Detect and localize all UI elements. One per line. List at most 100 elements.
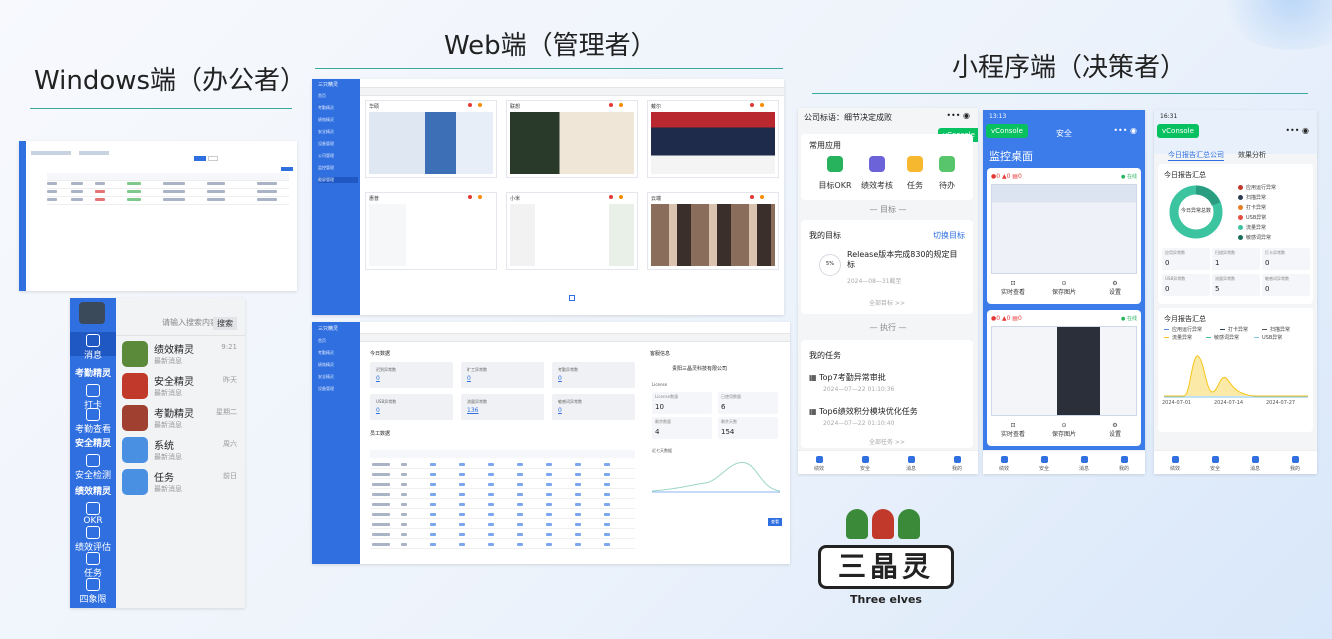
vconsole-button[interactable]: vConsole (1157, 124, 1199, 138)
table-row[interactable] (370, 500, 635, 509)
web-menu-item[interactable]: 首页 (318, 93, 358, 99)
table-row[interactable] (370, 490, 635, 499)
nav-message[interactable]: 消息 (70, 332, 116, 361)
chat-item-performance[interactable]: 绩效精灵 最新消息 9:21 (116, 338, 245, 370)
pagination[interactable] (569, 295, 575, 301)
win-reset-button[interactable] (208, 156, 218, 161)
stat-card[interactable]: USB异常数 0 (370, 394, 453, 420)
win-search-button[interactable] (194, 156, 206, 161)
stat-card[interactable]: 迟到异常数 0 (370, 362, 453, 388)
web-menu-item[interactable]: 安全精灵 (318, 129, 358, 135)
table-row[interactable] (370, 470, 635, 479)
nav-task[interactable]: 任务 (70, 552, 116, 579)
chat-item-attendance[interactable]: 考勤精灵 最新消息 星期二 (116, 402, 245, 434)
chat-item-task[interactable]: 任务 最新消息 前日 (116, 466, 245, 498)
tab-security[interactable]: 安全 (1029, 456, 1059, 472)
camera-card[interactable]: 戴尔 (647, 100, 779, 178)
tab-message[interactable]: 消息 (896, 456, 926, 472)
tab-message[interactable]: 消息 (1240, 456, 1270, 472)
table-row[interactable] (370, 480, 635, 489)
table-row[interactable] (370, 540, 635, 549)
realtime-view-button[interactable]: ⊡ 实时查看 (993, 422, 1033, 438)
settings-button[interactable]: ⚙ 设置 (1095, 280, 1135, 296)
tab-daily-report[interactable]: 今日报告汇总公司 (1168, 150, 1224, 161)
stat-card[interactable]: 敏感词异常数 0 (552, 394, 635, 420)
camera-card[interactable]: 惠普 (365, 192, 497, 270)
performance-icon[interactable] (869, 156, 885, 172)
web-menu-item[interactable]: 监控管理 (318, 165, 358, 171)
table-row[interactable] (47, 189, 289, 197)
goal-card[interactable]: 我的目标 切换目标 5% Release版本完成830的规定目标 2024—08… (801, 220, 973, 314)
web-menu-item[interactable]: 绩效精灵 (318, 117, 358, 123)
nav-security-check[interactable]: 安全检测 (70, 454, 116, 481)
web-menu-item-active[interactable]: 截屏管理 (318, 177, 358, 183)
web-menu-item[interactable]: 设备管理 (318, 386, 358, 392)
win-add-button[interactable] (281, 167, 293, 171)
tab-security[interactable]: 安全 (850, 456, 880, 472)
task-item[interactable]: ▦ Top6绩效积分模块优化任务 (809, 406, 918, 417)
save-image-button[interactable]: ⊙ 保存图片 (1044, 422, 1084, 438)
table-row[interactable] (370, 520, 635, 529)
capsule-menu[interactable]: ••• ◉ (946, 111, 970, 120)
web-menu-item[interactable]: 首页 (318, 338, 358, 344)
user-avatar[interactable] (79, 302, 105, 324)
tab-performance[interactable]: 绩效 (1160, 456, 1190, 472)
x-tick-label: 2024-07-27 (1266, 400, 1296, 406)
view-button[interactable]: 查看 (768, 518, 782, 526)
monitor-card[interactable]: ●0 ▲0 ▤0 ● 在线 ⊡ 实时查看 ⊙ 保存图片 ⚙ 设置 (987, 310, 1141, 446)
chat-item-security[interactable]: 安全精灵 最新消息 昨天 (116, 370, 245, 402)
web-menu-item[interactable]: 考勤精灵 (318, 350, 358, 356)
tab-mine[interactable]: 我的 (942, 456, 972, 472)
nav-punch[interactable]: 打卡 (70, 384, 116, 411)
table-row[interactable] (370, 510, 635, 519)
tab-mine[interactable]: 我的 (1280, 456, 1310, 472)
nav-weekly[interactable]: 四象限 (70, 578, 116, 605)
stat-card[interactable]: 旷工异常数 0 (461, 362, 544, 388)
tab-message[interactable]: 消息 (1069, 456, 1099, 472)
table-row[interactable] (370, 530, 635, 539)
tab-security[interactable]: 安全 (1200, 456, 1230, 472)
stat-card[interactable]: 流量异常数 136 (461, 394, 544, 420)
todo-icon[interactable] (939, 156, 955, 172)
web-menu-item[interactable]: 绩效精灵 (318, 362, 358, 368)
tab-effect-analysis[interactable]: 效果分析 (1238, 150, 1266, 160)
tab-performance[interactable]: 绩效 (989, 456, 1019, 472)
all-tasks-link[interactable]: 全部任务 >> (801, 437, 973, 446)
camera-card[interactable]: 联想 (506, 100, 638, 178)
settings-button[interactable]: ⚙ 设置 (1095, 422, 1135, 438)
web-menu-item[interactable]: 考勤精灵 (318, 105, 358, 111)
stat-card[interactable]: 考勤异常数 0 (552, 362, 635, 388)
capsule-menu[interactable]: ••• ◉ (1113, 126, 1137, 135)
table-cell (488, 543, 494, 546)
table-cell (430, 473, 436, 476)
camera-card[interactable]: 华硕 (365, 100, 497, 178)
nav-attendance-check[interactable]: 考勤查看 (70, 408, 116, 435)
search-button[interactable]: 搜索 (213, 317, 237, 330)
web-menu-item[interactable]: 设备管理 (318, 141, 358, 147)
nav-okr[interactable]: OKR (70, 502, 116, 526)
save-image-button[interactable]: ⊙ 保存图片 (1044, 280, 1084, 296)
table-row[interactable] (370, 460, 635, 469)
tab-mine[interactable]: 我的 (1109, 456, 1139, 472)
win-table-header (47, 173, 289, 181)
capsule-menu[interactable]: ••• ◉ (1285, 126, 1309, 135)
monitor-card[interactable]: ●0 ▲0 ▤0 ● 在线 ⊡ 实时查看 ⊙ 保存图片 ⚙ 设置 (987, 168, 1141, 304)
table-row[interactable] (47, 181, 289, 189)
chat-item-system[interactable]: 系统 最新消息 周六 (116, 434, 245, 466)
all-goals-link[interactable]: 全部目标 >> (801, 298, 973, 307)
search-input[interactable]: 请输入搜索内容 (162, 317, 218, 328)
task-item[interactable]: ▦ Top7考勤异常审批 (809, 372, 886, 383)
table-row[interactable] (47, 197, 289, 205)
okr-icon[interactable] (827, 156, 843, 172)
web-menu-item[interactable]: 公司管理 (318, 153, 358, 159)
mini-phone-security: 13:13 vConsole 安全 ••• ◉ 监控桌面 ●0 ▲0 ▤0 ● … (983, 110, 1145, 474)
web-menu-item[interactable]: 安全精灵 (318, 374, 358, 380)
camera-card[interactable]: 云端 (647, 192, 779, 270)
nav-perf-eval[interactable]: 绩效评估 (70, 526, 116, 553)
task-icon[interactable] (907, 156, 923, 172)
realtime-view-button[interactable]: ⊡ 实时查看 (993, 280, 1033, 296)
tab-performance[interactable]: 绩效 (804, 456, 834, 472)
switch-goal-link[interactable]: 切换目标 (933, 230, 965, 241)
camera-card[interactable]: 小米 (506, 192, 638, 270)
corner-glow (1212, 0, 1332, 50)
